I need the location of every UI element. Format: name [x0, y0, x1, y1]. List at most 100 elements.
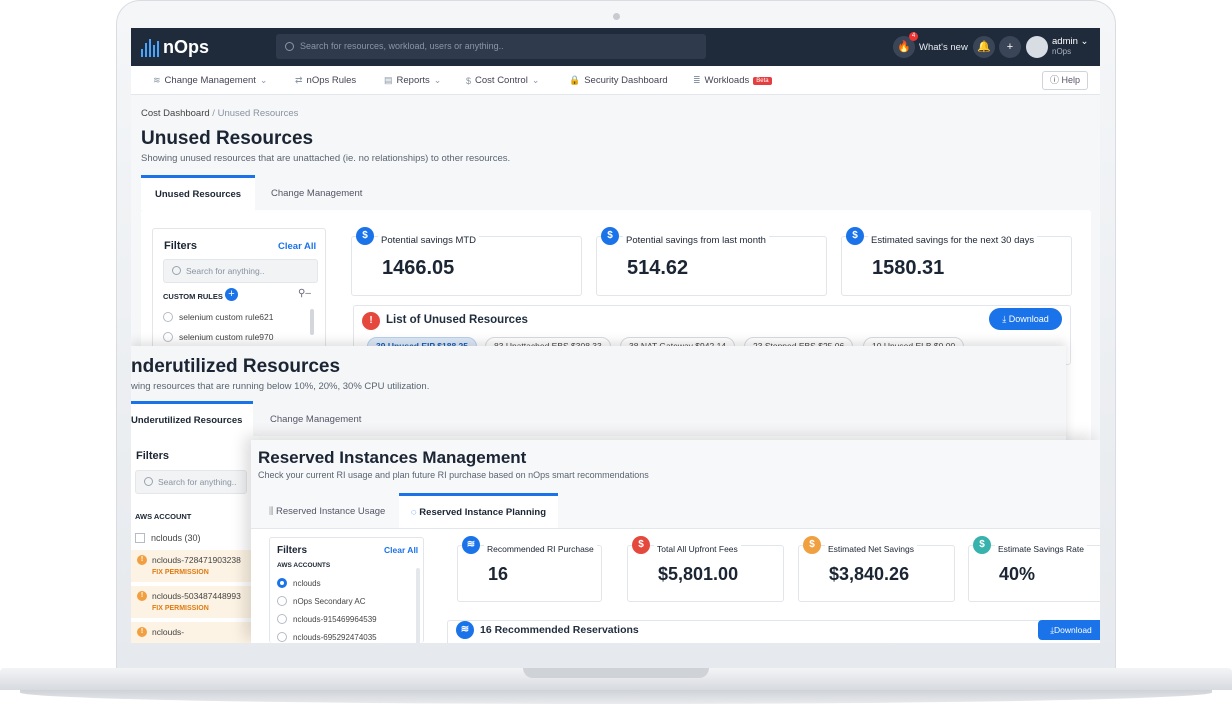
report-icon: ▤ — [384, 75, 393, 85]
account-warning: ! nclouds- — [131, 622, 259, 643]
account-option[interactable]: nOps Secondary AC — [277, 596, 365, 606]
filter-search-placeholder: Search for anything.. — [158, 477, 237, 487]
search-rules-icon[interactable]: ⚲– — [298, 288, 311, 299]
stat-value: 1580.31 — [872, 257, 945, 279]
menu-security-dashboard[interactable]: 🔒 Security Dashboard — [569, 75, 668, 86]
menu-label: Reports — [396, 75, 430, 86]
account-option[interactable]: nclouds — [277, 578, 321, 588]
filter-search-input[interactable]: Search for anything.. — [163, 259, 318, 283]
stat-card-recommended: ≋ Recommended RI Purchase 16 — [457, 536, 602, 602]
account-option[interactable]: nclouds-915469964539 — [277, 614, 377, 624]
tab-change-management[interactable]: Change Management — [256, 401, 375, 436]
list-title: List of Unused Resources — [386, 314, 528, 326]
stat-card-last-month: $ Potential savings from last month 514.… — [596, 227, 827, 296]
tab-change-management[interactable]: Change Management — [257, 175, 376, 210]
aws-account-heading: AWS ACCOUNT — [135, 512, 192, 521]
page-title: Reserved Instances Management — [258, 448, 527, 467]
filter-scrollbar[interactable] — [310, 309, 314, 335]
bell-icon[interactable]: 🔔 — [973, 36, 995, 58]
user-menu[interactable]: admin ⌄ nOps — [1026, 36, 1088, 58]
stat-value: 16 — [488, 564, 509, 584]
tab-ri-usage[interactable]: ⫼ Reserved Instance Usage — [257, 493, 397, 528]
rule-option[interactable]: selenium custom rule621 — [163, 312, 274, 322]
help-label: Help — [1061, 75, 1081, 85]
menu-bar: ≋ Change Management ⌄ ⇄ nOps Rules ▤ Reports… — [131, 66, 1100, 95]
search-icon — [285, 42, 294, 51]
help-button[interactable]: ⓘ Help — [1042, 71, 1088, 90]
menu-label: Security Dashboard — [584, 75, 668, 86]
stat-value: 514.62 — [627, 257, 689, 279]
global-search-input[interactable]: Search for resources, workload, users or… — [276, 34, 706, 59]
stat-label: Total All Upfront Fees — [654, 544, 741, 554]
layers-icon: ≋ — [456, 621, 474, 639]
warning-icon: ! — [137, 591, 147, 601]
stat-label: Potential savings MTD — [378, 235, 480, 246]
notification-badge: 4 — [909, 32, 918, 41]
dollar-icon: $ — [632, 536, 650, 554]
refresh-icon: ◌ — [411, 507, 417, 518]
tab-label: Reserved Instance Planning — [419, 507, 547, 518]
filter-scrollbar[interactable] — [416, 568, 420, 643]
menu-workloads[interactable]: ≣ Workloads Beta — [693, 75, 772, 86]
stat-label: Recommended RI Purchase — [484, 544, 597, 554]
stat-card-net-savings: $ Estimated Net Savings $3,840.26 — [798, 536, 955, 602]
menu-nops-rules[interactable]: ⇄ nOps Rules — [295, 75, 356, 86]
download-label: Download — [1008, 314, 1049, 324]
stat-label: Estimate Savings Rate — [995, 544, 1087, 554]
page-subtitle: Check your current RI usage and plan fut… — [258, 470, 649, 480]
page-title: Unused Resources — [141, 128, 314, 149]
filter-search-input[interactable]: Search for anything.. — [135, 470, 247, 494]
breadcrumb-cost-dashboard[interactable]: Cost Dashboard — [141, 108, 210, 119]
account-label: nclouds-915469964539 — [293, 614, 377, 624]
add-rule-icon[interactable]: + — [225, 288, 238, 301]
breadcrumb-current: Unused Resources — [217, 108, 299, 119]
tab-underutilized-resources[interactable]: Underutilized Resources — [131, 401, 253, 436]
menu-reports[interactable]: ▤ Reports ⌄ — [384, 75, 441, 86]
recommendations-card: ≋ 16 Recommended Reservations ⤓Download — [447, 620, 1100, 643]
chevron-down-icon: ⌄ — [531, 75, 540, 85]
account-label: nclouds-695292474035 — [293, 632, 377, 642]
menu-label: Change Management — [164, 75, 256, 86]
tab-label: Reserved Instance Usage — [276, 506, 386, 517]
menu-cost-control[interactable]: $ Cost Control ⌄ — [466, 75, 539, 86]
account-name: nclouds- — [152, 627, 185, 637]
dollar-icon: $ — [973, 536, 991, 554]
dollar-icon: $ — [846, 227, 864, 245]
bar-chart-icon: ⫼ — [269, 506, 274, 517]
logo-text: nOps — [163, 37, 210, 57]
fix-permission-link[interactable]: FIX PERMISSION — [152, 605, 209, 612]
user-name: admin — [1052, 36, 1078, 47]
layers-icon: ≋ — [153, 75, 161, 85]
stat-value: $5,801.00 — [658, 564, 739, 584]
warning-icon: ! — [137, 555, 147, 565]
tab-ri-planning[interactable]: ◌ Reserved Instance Planning — [399, 493, 559, 530]
stat-value: $3,840.26 — [829, 564, 910, 584]
beta-badge: Beta — [753, 76, 772, 85]
menu-label: Cost Control — [475, 75, 528, 86]
whats-new-button[interactable]: 🔥 4 What's new — [893, 32, 968, 58]
whats-new-label: What's new — [919, 41, 968, 53]
flame-icon: 🔥 4 — [893, 32, 918, 58]
filters-title: Filters — [164, 240, 198, 252]
stack-icon: ≣ — [693, 75, 701, 85]
tab-unused-resources[interactable]: Unused Resources — [141, 175, 255, 210]
menu-change-management[interactable]: ≋ Change Management ⌄ — [153, 75, 267, 86]
download-button[interactable]: ⤓Download — [1038, 620, 1100, 640]
custom-rules-heading: CUSTOM RULES — [163, 292, 223, 301]
search-icon — [172, 266, 181, 275]
account-checkbox[interactable]: nclouds (30) — [135, 533, 201, 543]
account-name: nclouds-728471903238 — [152, 555, 241, 565]
account-option[interactable]: nclouds-695292474035 — [277, 632, 377, 642]
plus-icon[interactable]: + — [999, 36, 1021, 58]
list-title: 16 Recommended Reservations — [480, 624, 639, 636]
arrows-icon: ⇄ — [295, 75, 303, 85]
stat-value: 40% — [999, 564, 1036, 584]
clear-all-link[interactable]: Clear All — [278, 241, 316, 252]
fix-permission-link[interactable]: FIX PERMISSION — [152, 569, 209, 576]
camera-dot — [613, 13, 620, 20]
clear-all-link[interactable]: Clear All — [384, 545, 418, 555]
dollar-icon: $ — [356, 227, 374, 245]
download-button[interactable]: ⤓ Download — [989, 308, 1062, 330]
rule-option[interactable]: selenium custom rule970 — [163, 332, 274, 342]
nops-logo[interactable]: nOps — [141, 37, 209, 58]
